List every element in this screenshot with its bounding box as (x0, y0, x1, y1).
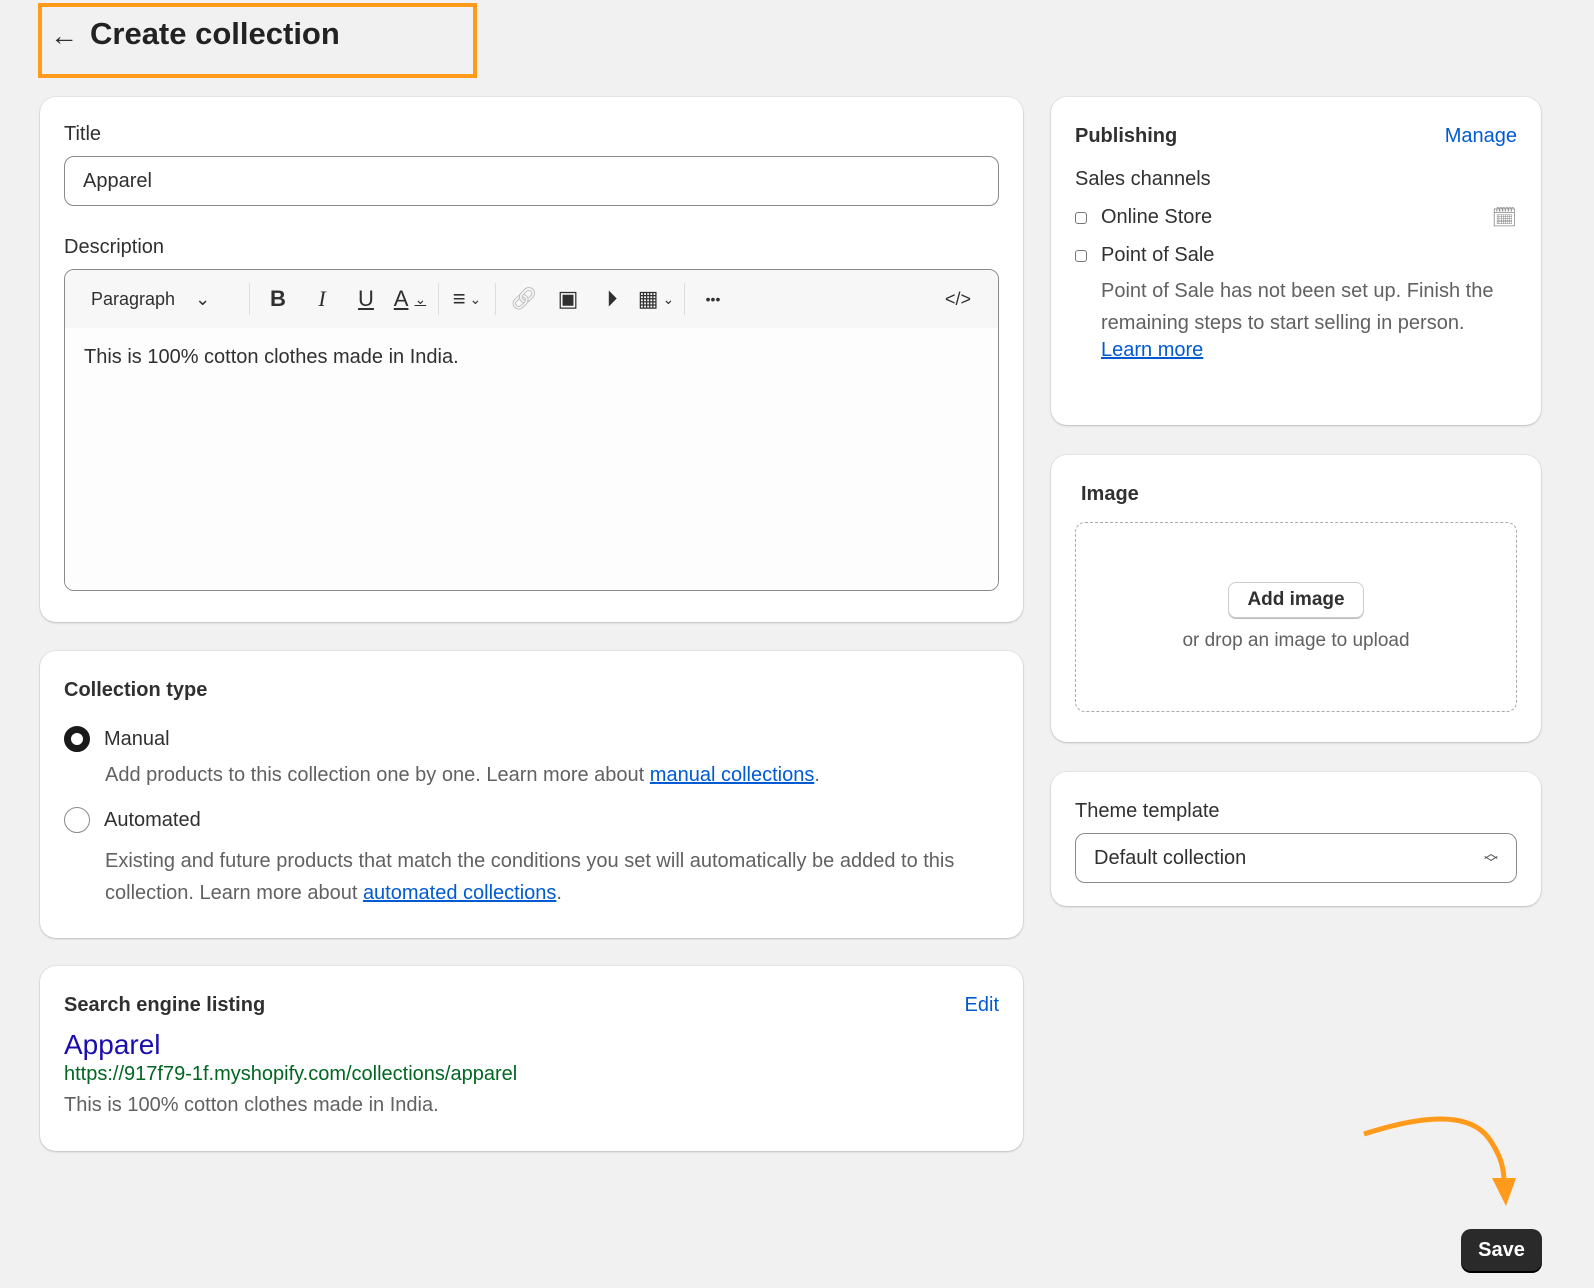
annotation-arrow (1363, 1116, 1516, 1206)
italic-icon[interactable]: I (300, 281, 344, 317)
description-editor[interactable]: Paragraph ⌄ B I U A ⌄ ≡ ⌄ 🔗︎ ▣ ⏵ ▦ ⌄ ••• </>… (64, 269, 999, 591)
theme-template-select[interactable]: Default collection ︿ ﹀ (1075, 833, 1517, 883)
divider (495, 283, 496, 315)
chevron-down-icon: ⌄ (195, 288, 211, 309)
page-title: Create collection (90, 16, 340, 51)
divider (684, 283, 685, 315)
description-label: Description (64, 236, 165, 258)
automated-description: Existing and future products that match … (105, 850, 955, 904)
image-heading: Image (1081, 483, 1139, 505)
theme-card: Theme template Default collection ︿ ﹀ (1051, 772, 1541, 906)
publishing-card: Publishing Manage Sales channels Online S… (1051, 97, 1541, 425)
code-icon[interactable]: </> (936, 281, 980, 317)
sales-channels-label: Sales channels (1075, 168, 1211, 190)
channel-online-store: Online Store 🗓︎ (1075, 205, 1517, 230)
text-color-label: A (393, 286, 409, 311)
bold-icon[interactable]: B (256, 281, 300, 317)
editor-toolbar: Paragraph ⌄ B I U A ⌄ ≡ ⌄ 🔗︎ ▣ ⏵ ▦ ⌄ ••• </> (65, 270, 998, 328)
text-color-icon[interactable]: A ⌄ (388, 281, 432, 317)
collection-type-card: Collection type Manual Add products to t… (40, 651, 1023, 938)
manage-link[interactable]: Manage (1445, 125, 1517, 148)
format-label: Paragraph (91, 288, 176, 309)
radio-automated-control[interactable] (64, 807, 90, 833)
seo-description: This is 100% cotton clothes made in Indi… (64, 1094, 439, 1116)
back-arrow-icon[interactable]: ← (50, 20, 78, 52)
publishing-heading: Publishing (1075, 125, 1178, 147)
seo-edit-link[interactable]: Edit (965, 994, 999, 1017)
save-button[interactable]: Save (1461, 1229, 1542, 1271)
select-arrows-icon: ︿ ﹀ (1484, 845, 1498, 871)
divider (438, 283, 439, 315)
table-icon[interactable]: ▦ ⌄ (634, 281, 678, 317)
automated-collections-link[interactable]: automated collections (363, 882, 556, 904)
seo-card: Search engine listing Edit Apparel https:… (40, 966, 1023, 1151)
video-icon[interactable]: ⏵ (590, 281, 634, 317)
theme-template-value: Default collection (1094, 846, 1247, 869)
radio-manual-control[interactable] (64, 726, 90, 752)
pos-note: Point of Sale has not been set up. Finis… (1101, 280, 1494, 334)
channel-checkbox[interactable] (1075, 211, 1087, 224)
title-value: Apparel (83, 169, 152, 192)
underline-icon[interactable]: U (344, 281, 388, 317)
channel-checkbox[interactable] (1075, 249, 1087, 262)
radio-manual[interactable]: Manual (64, 726, 999, 752)
channel-label: Point of Sale (1101, 244, 1215, 266)
add-image-button[interactable]: Add image (1228, 582, 1364, 618)
seo-heading: Search engine listing (64, 994, 266, 1016)
description-text[interactable]: This is 100% cotton clothes made in Indi… (65, 328, 998, 590)
channel-label: Online Store (1101, 206, 1213, 228)
seo-url: https://917f79-1f.myshopify.com/collecti… (64, 1063, 518, 1085)
collection-type-heading: Collection type (64, 679, 208, 701)
format-select[interactable]: Paragraph ⌄ (83, 289, 243, 310)
image-dropzone[interactable]: Add image or drop an image to upload (1075, 522, 1517, 712)
title-description-card: Title Apparel Description Paragraph ⌄ B I… (40, 97, 1023, 622)
theme-template-label: Theme template (1075, 800, 1220, 822)
radio-automated[interactable]: Automated (64, 807, 999, 833)
automated-label: Automated (104, 808, 201, 831)
learn-more-link[interactable]: Learn more (1101, 339, 1203, 361)
manual-description: Add products to this collection one by o… (105, 764, 820, 786)
manual-collections-link[interactable]: manual collections (650, 764, 815, 786)
image-icon[interactable]: ▣ (546, 281, 590, 317)
divider (249, 283, 250, 315)
channel-point-of-sale: Point of Sale (1075, 244, 1517, 267)
image-card: Image Add image or drop an image to uplo… (1051, 455, 1541, 742)
manual-label: Manual (104, 727, 170, 750)
link-icon[interactable]: 🔗︎ (502, 281, 546, 317)
seo-title: Apparel (64, 1029, 161, 1060)
drop-hint: or drop an image to upload (1182, 630, 1410, 651)
calendar-clock-icon[interactable]: 🗓︎ (1492, 205, 1517, 230)
title-label: Title (64, 123, 102, 145)
title-input[interactable]: Apparel (64, 156, 999, 206)
more-icon[interactable]: ••• (691, 281, 735, 317)
align-icon[interactable]: ≡ ⌄ (445, 281, 489, 317)
